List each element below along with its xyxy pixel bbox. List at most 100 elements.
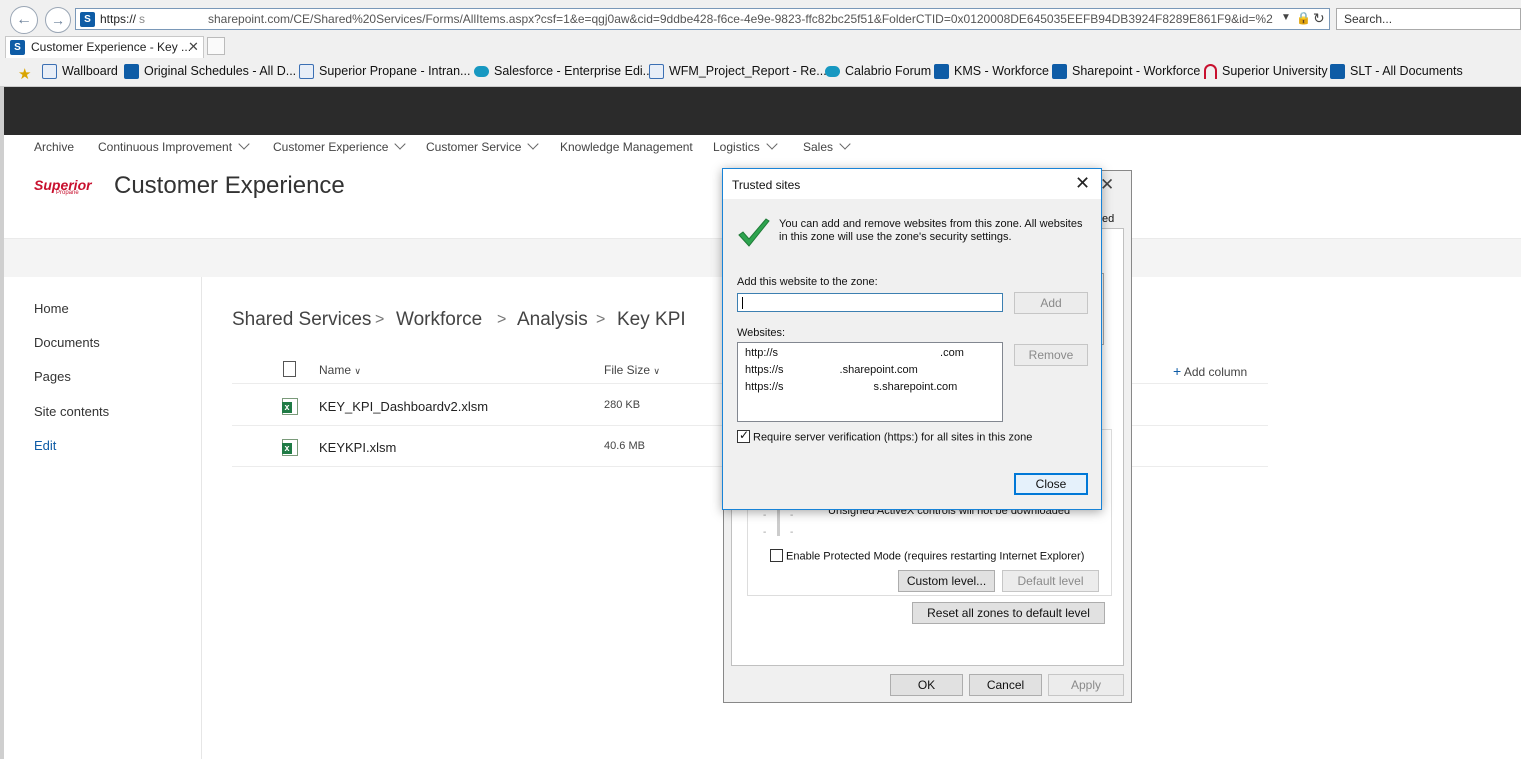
dialog-title: Trusted sites: [732, 178, 801, 192]
favorites-star-icon[interactable]: ★: [18, 65, 31, 83]
chevron-down-icon: [238, 138, 250, 150]
breadcrumb-separator: >: [497, 311, 507, 328]
url-text: sharepoint.com/CE/Shared%20Services/Form…: [208, 12, 1273, 26]
top-nav-continuous-improvement[interactable]: Continuous Improvement: [98, 138, 250, 154]
default-level-button[interactable]: Default level: [1002, 570, 1099, 592]
sharepoint-icon: [124, 64, 139, 80]
website-item[interactable]: http://s .com: [745, 347, 964, 359]
url-scheme-tail: s: [139, 12, 145, 26]
favorite-wfm-project-report[interactable]: WFM_Project_Report - Re...: [649, 64, 827, 80]
breadcrumb-separator: >: [375, 311, 385, 328]
file-size: 280 KB: [604, 399, 641, 411]
website-item[interactable]: https://s .sharepoint.com: [745, 364, 918, 376]
close-icon[interactable]: ✕: [1100, 175, 1114, 195]
excel-file-icon: [282, 398, 298, 415]
headset-icon: [1204, 64, 1217, 80]
protected-mode-checkbox[interactable]: Enable Protected Mode (requires restarti…: [770, 549, 1084, 563]
favorite-calabrio-forum[interactable]: Calabrio Forum: [825, 64, 931, 78]
site-title[interactable]: Customer Experience: [114, 172, 345, 200]
lock-icon[interactable]: 🔒: [1296, 11, 1311, 25]
close-button[interactable]: Close: [1014, 473, 1088, 495]
websites-label: Websites:: [737, 327, 786, 339]
slider-tick: -: [790, 510, 794, 521]
favorite-original-schedules[interactable]: Original Schedules - All D...: [124, 64, 296, 80]
column-header-file-size[interactable]: File Size ∨: [604, 363, 660, 377]
dropdown-arrow-icon[interactable]: ▼: [1281, 12, 1291, 23]
left-nav-home[interactable]: Home: [34, 301, 69, 316]
breadcrumb-workforce[interactable]: Workforce: [396, 309, 482, 331]
top-nav-archive[interactable]: Archive: [34, 140, 74, 154]
cancel-button[interactable]: Cancel: [969, 674, 1042, 696]
add-website-label: Add this website to the zone:: [737, 276, 878, 288]
breadcrumb-key-kpi[interactable]: Key KPI: [617, 309, 686, 331]
favorite-salesforce[interactable]: Salesforce - Enterprise Edi...: [474, 64, 653, 78]
search-box[interactable]: Search...: [1336, 8, 1521, 30]
file-name[interactable]: KEY_KPI_Dashboardv2.xlsm: [319, 399, 488, 414]
left-nav-pages[interactable]: Pages: [34, 369, 71, 384]
new-tab-icon[interactable]: [207, 37, 225, 55]
favorite-sharepoint-workforce[interactable]: Sharepoint - Workforce: [1052, 64, 1200, 80]
file-type-icon[interactable]: [283, 361, 296, 377]
divider: [201, 277, 202, 759]
plus-icon: +: [1173, 363, 1182, 379]
superior-propane-logo[interactable]: Superior Propane: [34, 178, 96, 198]
top-nav-sales[interactable]: Sales: [803, 138, 851, 154]
chevron-down-icon: [527, 138, 540, 150]
sharepoint-icon: [1052, 64, 1067, 80]
remove-button[interactable]: Remove: [1014, 344, 1088, 366]
add-column-button[interactable]: + Add column: [1173, 363, 1247, 379]
left-nav-site-contents[interactable]: Site contents: [34, 404, 109, 419]
top-nav-customer-service[interactable]: Customer Service: [426, 138, 540, 154]
favorite-superior-propane[interactable]: Superior Propane - Intran...: [299, 64, 470, 80]
url-prefix: https://: [100, 12, 137, 26]
favorites-bar: ★ Wallboard Original Schedules - All D..…: [0, 60, 1521, 86]
ok-button[interactable]: OK: [890, 674, 963, 696]
favorite-superior-university[interactable]: Superior University: [1204, 64, 1328, 80]
chevron-down-icon: ∨: [354, 366, 361, 376]
trusted-sites-dialog: Trusted sites ✕ You can add and remove w…: [722, 168, 1102, 510]
refresh-icon[interactable]: ↻: [1313, 10, 1325, 27]
forward-arrow-icon[interactable]: →: [45, 7, 71, 33]
favorite-slt-all-documents[interactable]: SLT - All Documents: [1330, 64, 1463, 80]
tab-customer-experience[interactable]: S Customer Experience - Key ... ✕: [5, 36, 204, 58]
require-verification-checkbox[interactable]: Require server verification (https:) for…: [737, 428, 1032, 444]
favorite-kms-workforce[interactable]: KMS - Workforce: [934, 64, 1049, 80]
column-header-name[interactable]: Name ∨: [319, 363, 361, 377]
sharepoint-icon: S: [10, 40, 25, 55]
salesforce-cloud-icon: [825, 66, 840, 78]
address-bar[interactable]: S https:// s sharepoint.com/CE/Shared%20…: [75, 8, 1330, 30]
ie-page-icon: [299, 64, 314, 80]
left-nav-edit[interactable]: Edit: [34, 438, 56, 453]
back-arrow-icon[interactable]: ←: [10, 6, 38, 34]
breadcrumb-analysis[interactable]: Analysis: [517, 309, 588, 331]
chevron-down-icon: ∨: [653, 366, 660, 376]
file-name[interactable]: KEYKPI.xlsm: [319, 440, 396, 455]
ie-page-icon: [649, 64, 664, 80]
favorite-wallboard[interactable]: Wallboard: [42, 64, 118, 80]
search-placeholder: Search...: [1344, 12, 1393, 26]
sharepoint-icon: [934, 64, 949, 80]
custom-level-button[interactable]: Custom level...: [898, 570, 995, 592]
excel-file-icon: [282, 439, 298, 456]
top-nav-logistics[interactable]: Logistics: [713, 138, 778, 154]
add-website-input[interactable]: [737, 293, 1003, 312]
add-button[interactable]: Add: [1014, 292, 1088, 314]
checkmark-icon: [738, 218, 770, 247]
close-icon[interactable]: ✕: [1075, 173, 1090, 194]
left-nav-documents[interactable]: Documents: [34, 335, 100, 350]
websites-list[interactable]: http://s .com https://s .sharepoint.com ht…: [737, 342, 1003, 422]
close-tab-icon[interactable]: ✕: [188, 39, 199, 55]
checkbox[interactable]: [770, 549, 783, 562]
dialog-title-bar[interactable]: Trusted sites ✕: [723, 169, 1101, 199]
website-item[interactable]: https://s s.sharepoint.com: [745, 381, 957, 393]
tab-fragment[interactable]: ed: [1102, 213, 1114, 225]
reset-all-zones-button[interactable]: Reset all zones to default level: [912, 602, 1105, 624]
top-nav-customer-experience[interactable]: Customer Experience: [273, 138, 407, 154]
checkbox[interactable]: [737, 428, 750, 443]
slider-tick: -: [790, 527, 794, 538]
sharepoint-icon: S: [80, 12, 95, 27]
text-caret: [742, 297, 743, 309]
apply-button[interactable]: Apply: [1048, 674, 1124, 696]
top-nav-knowledge-management[interactable]: Knowledge Management: [560, 140, 693, 154]
breadcrumb-shared-services[interactable]: Shared Services: [232, 309, 371, 331]
